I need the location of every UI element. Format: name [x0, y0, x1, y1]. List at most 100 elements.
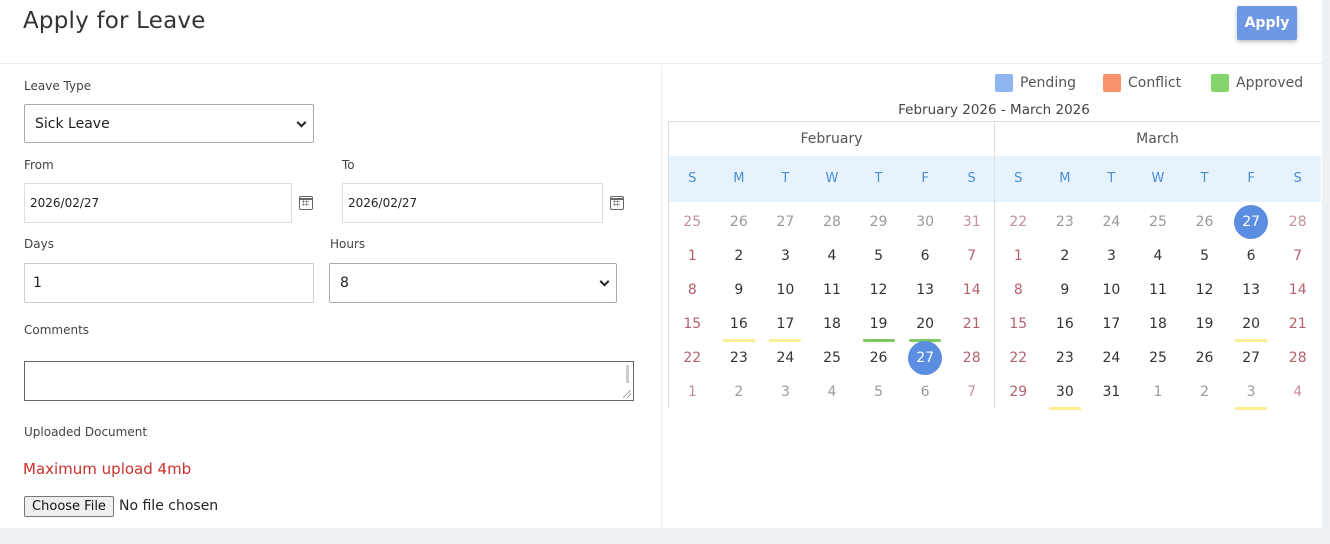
calendar-day[interactable]: 30 [1048, 375, 1082, 410]
calendar-day[interactable]: 10 [768, 273, 802, 307]
textarea-scrollbar[interactable] [626, 365, 629, 383]
calendar-day[interactable]: 4 [815, 375, 849, 409]
calendar-day[interactable]: 9 [1048, 273, 1082, 307]
calendar-day[interactable]: 6 [908, 375, 942, 409]
calendar-day[interactable]: 2 [722, 239, 756, 273]
calendar-day[interactable]: 7 [955, 375, 989, 409]
calendar-day[interactable]: 31 [955, 205, 989, 239]
calendar-day[interactable]: 1 [1001, 239, 1035, 273]
calendar-day[interactable]: 14 [1281, 273, 1315, 307]
calendar-day[interactable]: 31 [1094, 375, 1128, 409]
calendar-day[interactable]: 9 [722, 273, 756, 307]
calendar-day[interactable]: 16 [722, 307, 756, 342]
calendar-day[interactable]: 8 [1001, 273, 1035, 307]
calendar-day[interactable]: 28 [815, 205, 849, 239]
calendar-day[interactable]: 1 [675, 239, 709, 273]
calendar-day[interactable]: 4 [1141, 239, 1175, 273]
calendar-day[interactable]: 26 [1188, 341, 1222, 375]
calendar-day[interactable]: 4 [815, 239, 849, 273]
calendar-day[interactable]: 29 [1001, 375, 1035, 409]
apply-button[interactable]: Apply [1237, 6, 1297, 40]
resize-handle-icon[interactable] [623, 390, 631, 398]
calendar-day[interactable]: 17 [768, 307, 802, 342]
from-date-input[interactable]: 2026/02/27 [24, 183, 292, 223]
calendar-day[interactable]: 7 [1281, 239, 1315, 273]
calendar-day[interactable]: 26 [862, 341, 896, 375]
calendar-day[interactable]: 23 [1048, 341, 1082, 375]
calendar-day[interactable]: 2 [1048, 239, 1082, 273]
calendar-day[interactable]: 2 [1188, 375, 1222, 409]
calendar-day[interactable]: 12 [1188, 273, 1222, 307]
calendar-day[interactable]: 15 [1001, 307, 1035, 341]
calendar-day[interactable]: 2 [722, 375, 756, 409]
calendar-day[interactable]: 7 [955, 239, 989, 273]
calendar-day[interactable]: 26 [722, 205, 756, 239]
calendar-day[interactable]: 8 [675, 273, 709, 307]
calendar-day[interactable]: 25 [815, 341, 849, 375]
to-date-input[interactable]: 2026/02/27 [342, 183, 603, 223]
calendar-day[interactable]: 6 [1234, 239, 1268, 273]
calendar-day[interactable]: 25 [675, 205, 709, 239]
calendar-day[interactable]: 16 [1048, 307, 1082, 341]
calendar-day[interactable]: 24 [768, 341, 802, 375]
calendar-day[interactable]: 3 [768, 239, 802, 273]
calendar-day[interactable]: 1 [675, 375, 709, 409]
calendar-day[interactable]: 10 [1094, 273, 1128, 307]
comments-textarea[interactable] [24, 361, 634, 401]
calendar-day[interactable]: 25 [1141, 205, 1175, 239]
calendar-day[interactable]: 21 [955, 307, 989, 341]
calendar-day[interactable]: 24 [1094, 341, 1128, 375]
calendar-day[interactable]: 5 [862, 375, 896, 409]
calendar-day[interactable]: 22 [1001, 341, 1035, 375]
calendar-icon[interactable] [610, 196, 624, 210]
calendar-day[interactable]: 11 [1141, 273, 1175, 307]
calendar-day[interactable]: 3 [1094, 239, 1128, 273]
calendar-day[interactable]: 19 [1188, 307, 1222, 341]
calendar-day[interactable]: 3 [768, 375, 802, 409]
calendar-day[interactable]: 3 [1234, 375, 1268, 410]
calendar-day[interactable]: 13 [1234, 273, 1268, 307]
calendar-day[interactable]: 27 [908, 341, 943, 375]
days-input[interactable]: 1 [24, 263, 314, 303]
calendar-day-number: 12 [1195, 282, 1214, 298]
calendar-day[interactable]: 19 [862, 307, 896, 342]
calendar-day[interactable]: 5 [862, 239, 896, 273]
calendar-day[interactable]: 28 [1281, 205, 1315, 239]
calendar-day[interactable]: 28 [955, 341, 989, 375]
calendar-day[interactable]: 27 [768, 205, 802, 239]
weekday-label: T [1107, 171, 1116, 186]
calendar-day[interactable]: 18 [1141, 307, 1175, 341]
calendar-day[interactable]: 24 [1094, 205, 1128, 239]
calendar-day[interactable]: 15 [675, 307, 709, 341]
calendar-day[interactable]: 25 [1141, 341, 1175, 375]
choose-file-button[interactable]: Choose File [24, 496, 114, 517]
leave-status-pending-marker [1048, 407, 1081, 410]
calendar-day[interactable]: 29 [862, 205, 896, 239]
calendar-day[interactable]: 4 [1281, 375, 1315, 409]
calendar-day[interactable]: 14 [955, 273, 989, 307]
calendar-day[interactable]: 11 [815, 273, 849, 307]
calendar-day[interactable]: 18 [815, 307, 849, 341]
calendar-day[interactable]: 20 [1234, 307, 1268, 342]
calendar-icon[interactable] [299, 196, 313, 210]
calendar-day[interactable]: 12 [862, 273, 896, 307]
calendar-day[interactable]: 23 [1048, 205, 1082, 239]
calendar-day-number: 22 [1009, 214, 1028, 230]
leave-type-select[interactable]: Sick Leave [24, 104, 314, 143]
calendar-day[interactable]: 30 [908, 205, 942, 239]
hours-select[interactable]: 8 [329, 263, 617, 303]
calendar-day[interactable]: 21 [1281, 307, 1315, 341]
calendar-day[interactable]: 17 [1094, 307, 1128, 341]
calendar-day[interactable]: 13 [908, 273, 942, 307]
calendar-day[interactable]: 27 [1234, 205, 1269, 239]
calendar-day[interactable]: 27 [1234, 341, 1268, 375]
calendar-day[interactable]: 22 [1001, 205, 1035, 239]
calendar-day[interactable]: 23 [722, 341, 756, 375]
calendar-day[interactable]: 5 [1188, 239, 1222, 273]
calendar-day[interactable]: 28 [1281, 341, 1315, 375]
calendar-day[interactable]: 22 [675, 341, 709, 375]
calendar-day[interactable]: 20 [908, 307, 942, 342]
calendar-day[interactable]: 26 [1188, 205, 1222, 239]
calendar-day[interactable]: 6 [908, 239, 942, 273]
calendar-day[interactable]: 1 [1141, 375, 1175, 409]
